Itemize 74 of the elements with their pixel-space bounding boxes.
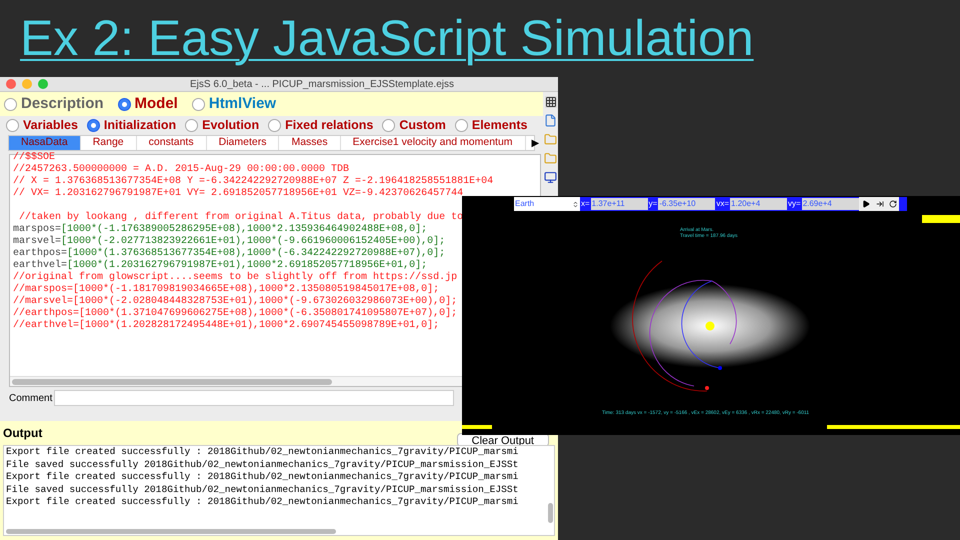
indicator-strip [922, 215, 960, 223]
code-line: marspos=[1000*(-1.176389005286295E+08),1000*2.135936464902488E+08,0]; [13, 224, 428, 236]
code-comment: // VX= 1.203162796791987E+01 VY= 2.691852057718956E+01 VZ=-9.42370626457744 [13, 188, 464, 200]
output-line: Export file created successfully : 2018Github/02_newtonianmechanics_7gravity/PICUP_marsmi [6, 471, 518, 484]
folder-icon[interactable] [544, 152, 557, 165]
step-icon [876, 200, 884, 208]
code-line: earthvel=[1000*(1.203162796791987E+01),1000*2.691852057718956E+01,0]; [13, 260, 428, 272]
reset-icon [888, 200, 897, 208]
body-select[interactable]: Earth [514, 197, 580, 211]
model-option-label[interactable]: Initialization [104, 116, 176, 135]
code-comment: //2457263.500000000 = A.D. 2015-Aug-29 00:00:00.0000 TDB [13, 164, 350, 176]
field-label: y= [648, 198, 658, 210]
code-comment: //original from glowscript....seems to be slightly off from https://ssd.jp [13, 272, 458, 284]
output-title: Output [3, 425, 42, 442]
model-option-label[interactable]: Custom [399, 116, 446, 135]
code-comment: // X = 1.376368513677354E+08 Y =-6.342242292720988E+07 Z =-2.196418258551881E+04 [13, 176, 494, 188]
indicator-strip [462, 425, 492, 429]
play-button[interactable] [858, 197, 873, 211]
output-line: Export file created successfully : 2018Github/02_newtonianmechanics_7gravity/PICUP_marsmi [6, 496, 518, 508]
folder-icon[interactable] [544, 133, 557, 146]
model-option-label[interactable]: Fixed relations [285, 116, 374, 135]
radio-button[interactable] [268, 119, 282, 132]
slide-title: Ex 2: Easy JavaScript Simulation [20, 9, 754, 68]
radio-button[interactable] [6, 119, 19, 132]
code-comment: //earthvel=[1000*(1.202828172495448E+01),1000*2.690745455098789E+01,0]; [13, 320, 440, 332]
minimize-icon[interactable] [22, 79, 32, 89]
scrollbar-thumb[interactable] [12, 378, 332, 384]
value-field[interactable]: 1.37e+11 [590, 198, 648, 210]
value-field[interactable]: -6.35e+10 [658, 198, 716, 210]
chevron-icon [572, 200, 579, 208]
close-icon[interactable] [6, 79, 16, 89]
grid-icon[interactable] [544, 96, 556, 108]
radio-button[interactable] [4, 98, 17, 110]
page-tab[interactable]: constants [136, 136, 207, 150]
value-field[interactable]: 2.69e+4 [802, 198, 859, 210]
output-line: File saved successfully 2018Github/02_newtonianmechanics_7gravity/PICUP_marsmission_EJSSt [6, 484, 518, 496]
radio-button[interactable] [86, 119, 100, 132]
view-option-label[interactable]: HtmlView [208, 92, 276, 116]
field-label: vx= [715, 198, 730, 210]
scrollbar-thumb[interactable] [548, 503, 552, 523]
code-line: marsvel=[1000*(-2.027713823922661E+01),1000*(-9.661960006152405E+00),0]; [13, 236, 446, 248]
field-label: vy= [787, 198, 802, 210]
value-field[interactable]: 1.20e+4 [730, 198, 788, 210]
play-icon [862, 200, 870, 208]
page-tab[interactable]: Exercise1 velocity and momentum [340, 136, 526, 150]
output-line: File saved successfully 2018Github/02_newtonianmechanics_7gravity/PICUP_marsmission_EJSSt [6, 458, 518, 471]
maximize-icon[interactable] [38, 79, 48, 89]
scrollbar-thumb[interactable] [6, 528, 336, 534]
radio-button[interactable] [454, 119, 468, 132]
more-tabs-button[interactable]: ▶ [526, 136, 546, 150]
monitor-icon[interactable] [544, 171, 557, 184]
comment-label: Comment [9, 392, 52, 406]
code-comment: //marsvel=[1000*(-2.028048448328753E+01),1000*(-9.673026032986073E+00),0]; [13, 296, 458, 308]
code-comment: //marspos=[1000*(-1.181709819034665E+08),1000*2.135080519845017E+08,0]; [13, 284, 440, 296]
radio-button[interactable] [382, 119, 396, 132]
radio-button[interactable] [185, 119, 198, 132]
comment-field[interactable] [54, 390, 454, 406]
file-icon[interactable] [544, 114, 557, 127]
code-line: earthpos=[1000*(1.376368513677354E+08),1000*(-6.342242292720988E+07),0]; [13, 248, 446, 260]
code-comment: //earthpos=[1000*(1.371047699606275E+08),1000*(-6.350801741095807E+07),0]; [13, 308, 458, 320]
page-tab[interactable]: Range [80, 136, 137, 150]
output-line: Export file created successfully : 2018Github/02_newtonianmechanics_7gravity/PICUP_marsmi [6, 446, 518, 458]
page-tab[interactable]: Diameters [206, 136, 280, 150]
model-option-label[interactable]: Variables [23, 116, 78, 135]
reset-button[interactable] [886, 197, 899, 211]
view-option-label[interactable]: Description [21, 92, 104, 116]
code-comment: //$$SOE [13, 152, 56, 164]
radio-button[interactable] [192, 98, 205, 110]
window-title: EjsS 6.0_beta - ... PICUP_marsmission_EJSStemplate.ejss [190, 78, 454, 92]
field-label: x= [580, 198, 591, 210]
model-option-label[interactable]: Elements [472, 116, 528, 135]
model-option-label[interactable]: Evolution [202, 116, 260, 135]
view-option-label[interactable]: Model [134, 92, 178, 116]
radio-button[interactable] [118, 98, 131, 110]
